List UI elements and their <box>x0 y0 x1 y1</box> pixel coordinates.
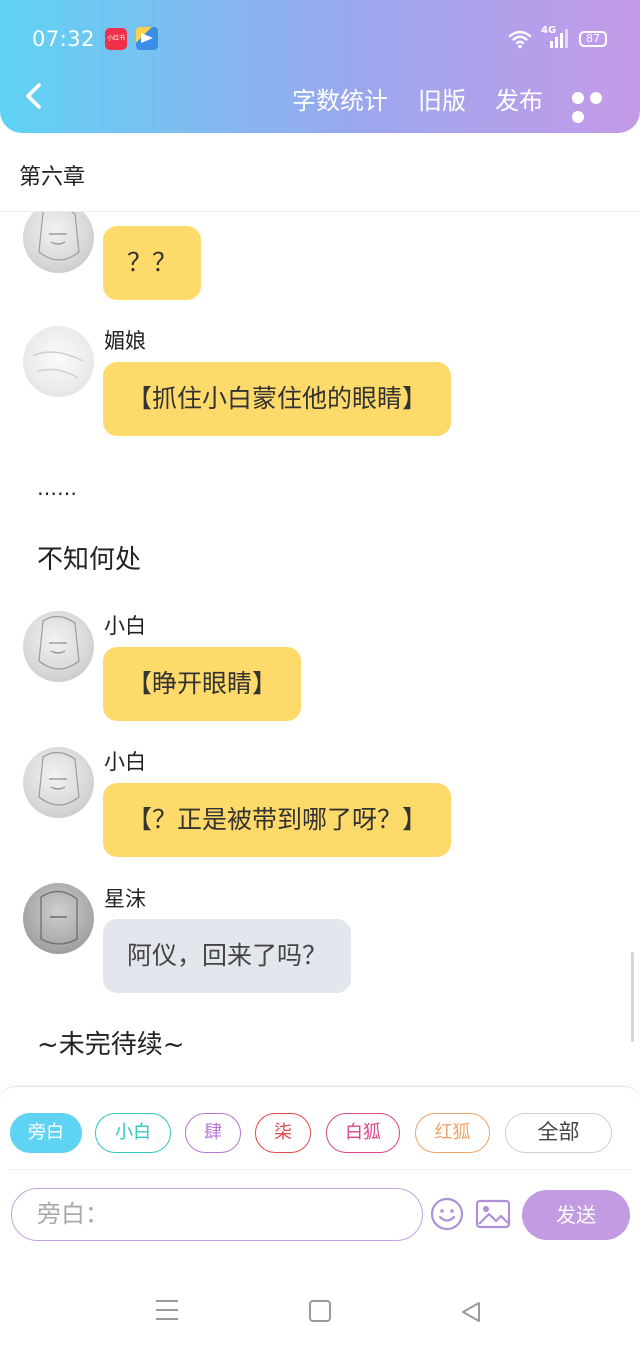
divider <box>10 1169 630 1170</box>
message-bubble[interactable]: 【？正是被带到哪了呀？】 <box>103 783 452 857</box>
narration-text[interactable]: …… <box>37 476 77 500</box>
message-bubble[interactable]: 阿仪，回来了吗？ <box>103 919 352 993</box>
chapter-title[interactable]: 第六章 <box>19 159 85 191</box>
role-chip-honghu[interactable]: 红狐 <box>415 1113 490 1153</box>
word-count-button[interactable]: 字数统计 <box>292 81 388 116</box>
editor-panel: 旁白 小白 肆 柒 白狐 红狐 全部 旁白： 发送 <box>0 1086 640 1242</box>
chevron-left-icon[interactable] <box>20 80 50 112</box>
message-bubble[interactable]: 【抓住小白蒙住他的眼睛】 <box>103 362 452 436</box>
narration-text[interactable]: 不知何处 <box>37 539 141 576</box>
marble-texture-icon <box>32 351 84 379</box>
signal-strength-icon <box>550 29 568 48</box>
wifi-icon <box>508 30 532 49</box>
sketch-portrait-icon <box>38 751 80 806</box>
recent-apps-icon[interactable] <box>156 1300 178 1320</box>
message-input[interactable]: 旁白： <box>11 1188 423 1241</box>
speaker-name: 媚娘 <box>104 329 146 353</box>
status-time: 07:32 <box>32 27 96 51</box>
role-chip-si[interactable]: 肆 <box>185 1113 241 1153</box>
character-avatar[interactable] <box>23 611 94 682</box>
smiley-icon[interactable] <box>430 1197 464 1231</box>
notification-app-icon <box>136 27 158 50</box>
sketch-portrait-icon <box>38 212 80 261</box>
role-chip-all[interactable]: 全部 <box>505 1113 612 1153</box>
speaker-name: 小白 <box>104 614 146 638</box>
role-chip-xiaobai[interactable]: 小白 <box>95 1113 171 1153</box>
xiaohongshu-app-icon: 小红书 <box>105 28 127 50</box>
character-avatar[interactable] <box>23 747 94 818</box>
story-content[interactable]: ？？ 媚娘 【抓住小白蒙住他的眼睛】 …… 不知何处 小白 【睁开眼睛】 小白 … <box>0 212 640 1086</box>
system-navigation-bar <box>0 1242 640 1351</box>
image-icon[interactable] <box>475 1198 511 1230</box>
speaker-name: 星沫 <box>104 887 146 911</box>
sketch-portrait-icon <box>38 615 80 670</box>
scrollbar[interactable] <box>631 952 634 1042</box>
speaker-name: 小白 <box>104 750 146 774</box>
send-button[interactable]: 发送 <box>522 1190 630 1240</box>
character-avatar[interactable] <box>23 212 94 273</box>
sketch-portrait-icon <box>40 890 78 945</box>
character-avatar[interactable] <box>23 326 94 397</box>
more-dots-icon[interactable] <box>572 89 624 123</box>
chapter-bar: 第六章 <box>0 133 640 212</box>
message-bubble[interactable]: ？？ <box>103 226 202 300</box>
character-avatar[interactable] <box>23 883 94 954</box>
role-chip-narrator[interactable]: 旁白 <box>10 1113 82 1153</box>
back-triangle-icon[interactable] <box>459 1300 483 1324</box>
home-icon[interactable] <box>309 1300 331 1322</box>
role-chip-baihu[interactable]: 白狐 <box>326 1113 400 1153</box>
narration-text[interactable]: ~未完待续~ <box>37 1024 185 1061</box>
message-bubble[interactable]: 【睁开眼睛】 <box>103 647 302 721</box>
battery-indicator: 87 <box>579 31 607 47</box>
app-header: 07:32 小红书 4G 87 字数统计 旧版 发布 <box>0 0 640 133</box>
role-chip-qi[interactable]: 柒 <box>255 1113 311 1153</box>
publish-button[interactable]: 发布 <box>495 81 543 116</box>
old-version-button[interactable]: 旧版 <box>418 81 466 116</box>
